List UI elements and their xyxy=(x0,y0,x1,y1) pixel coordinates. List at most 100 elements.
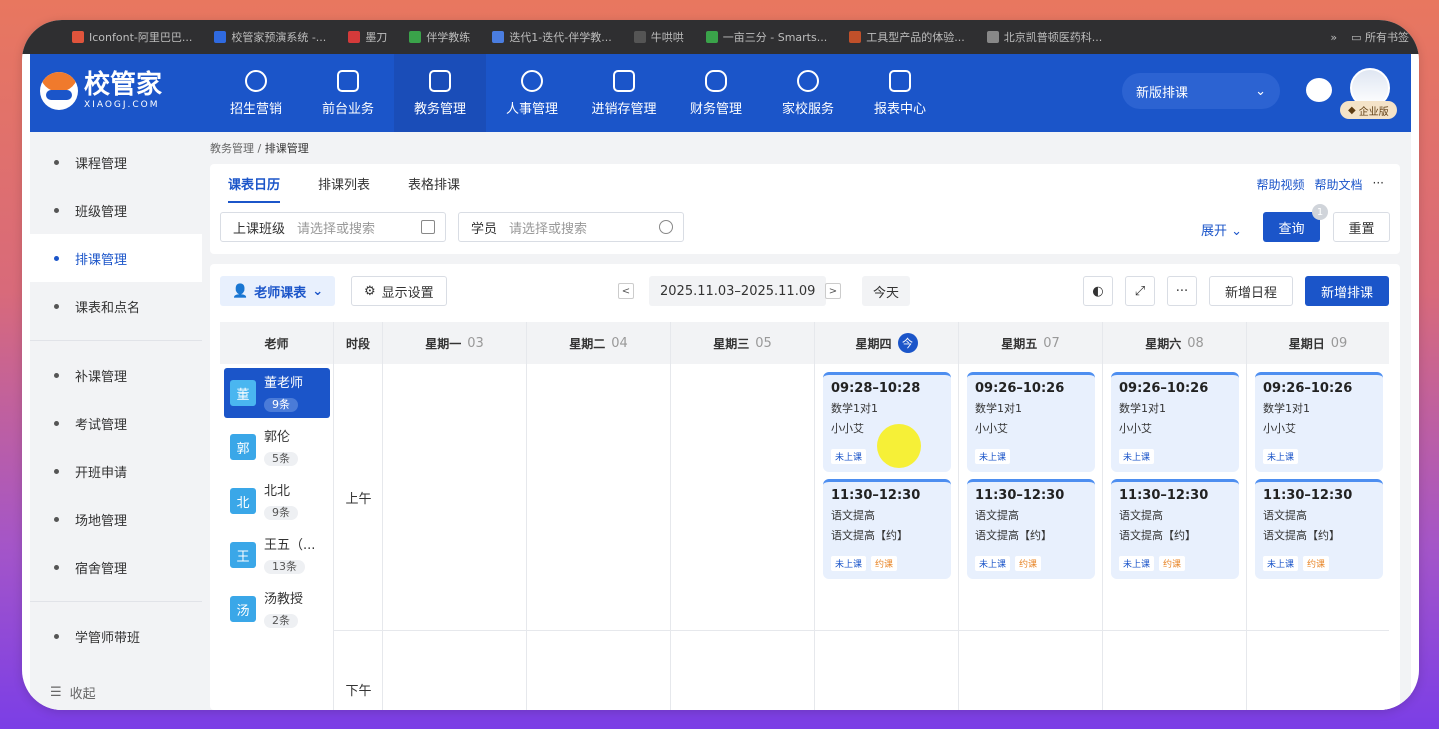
nav-label: 财务管理 xyxy=(689,101,742,117)
bookmark-item[interactable]: 校管家预演系统 -... xyxy=(214,29,326,45)
help-doc-link[interactable]: 帮助文档 xyxy=(1315,176,1363,193)
day-number: 08 xyxy=(1187,335,1204,351)
date-range[interactable]: 2025.11.03–2025.11.09 xyxy=(649,276,827,306)
sidebar-item-scheduling[interactable]: 排课管理 xyxy=(30,234,202,282)
sidebar-item-makeup[interactable]: 补课管理 xyxy=(30,351,202,399)
teacher-item[interactable]: 北 北北 9条 xyxy=(224,476,330,526)
day-header: 星期五 07 xyxy=(959,322,1103,364)
sidebar-item-classes[interactable]: 班级管理 xyxy=(30,186,202,234)
main-content: 教务管理 / 排课管理 课表日历 排课列表 表格排课 帮助视频 帮助文档 ···… xyxy=(202,132,1411,710)
lesson-student: 语文提高【约】 xyxy=(1263,529,1340,542)
lesson-student: 小小艾 xyxy=(1119,422,1152,435)
help-video-link[interactable]: 帮助视频 xyxy=(1257,176,1305,193)
query-button[interactable]: 查询 xyxy=(1263,212,1320,242)
class-filter-label: 上课班级 xyxy=(233,221,286,237)
more-icon[interactable]: ··· xyxy=(1373,176,1384,193)
bookmark-item[interactable]: 墨刀 xyxy=(348,29,387,45)
sidebar-item-dorms[interactable]: 宿舍管理 xyxy=(30,543,202,591)
nav-item-finance[interactable]: 财务管理 xyxy=(670,54,762,132)
nav-label: 前台业务 xyxy=(321,101,374,117)
breadcrumb-parent[interactable]: 教务管理 xyxy=(210,142,254,155)
teacher-count: 13条 xyxy=(264,559,305,574)
teacher-name: 郭伦 xyxy=(264,429,291,445)
sidebar-item-venues[interactable]: 场地管理 xyxy=(30,495,202,543)
bookmark-item[interactable]: 牛哄哄 xyxy=(633,29,684,45)
sidebar-item-tutor-class[interactable]: 学管师带班 xyxy=(30,612,202,660)
grid-header: 老师 时段 星期一 03 星期二 04 星期三 05 星期四今 星期五 07 星期六 08… xyxy=(220,322,1389,364)
lesson-card[interactable]: 09:26–10:26 数学1对1 小小艾 未上课 xyxy=(967,372,1095,472)
chat-icon[interactable] xyxy=(1306,78,1332,102)
sidebar-item-courses[interactable]: 课程管理 xyxy=(30,138,202,186)
view-mode-select[interactable]: 👤 老师课表 ⌄ xyxy=(220,276,336,306)
nav-item-academic[interactable]: 教务管理 xyxy=(394,54,486,132)
tab-calendar[interactable]: 课表日历 xyxy=(228,174,281,203)
query-count-badge: 1 xyxy=(1312,204,1328,220)
new-course-button[interactable]: 新增排课 xyxy=(1305,276,1389,306)
teacher-item[interactable]: 汤 汤教授 2条 xyxy=(224,584,330,634)
display-settings-button[interactable]: ⚙ 显示设置 xyxy=(351,276,447,306)
nav-item-inventory[interactable]: 进销存管理 xyxy=(578,54,670,132)
nav-item-front-desk[interactable]: 前台业务 xyxy=(302,54,394,132)
bookmark-item[interactable]: 北京凯普顿医药科... xyxy=(986,29,1102,45)
version-select[interactable]: 新版排课 ⌄ xyxy=(1122,73,1280,109)
breadcrumb: 教务管理 / 排课管理 xyxy=(210,140,309,156)
status-badge: 未上课 xyxy=(1119,449,1155,464)
lesson-card[interactable]: 11:30–12:30 语文提高 语文提高【约】 未上课 约课 xyxy=(967,479,1095,579)
class-select-icon[interactable] xyxy=(421,220,435,234)
reset-button[interactable]: 重置 xyxy=(1333,212,1390,242)
nav-item-enrollment[interactable]: 招生营销 xyxy=(210,54,302,132)
teacher-item[interactable]: 郭 郭伦 5条 xyxy=(224,422,330,472)
lesson-card[interactable]: 09:26–10:26 数学1对1 小小艾 未上课 xyxy=(1255,372,1383,472)
day-column[interactable] xyxy=(671,364,815,710)
nav-item-home-school[interactable]: 家校服务 xyxy=(762,54,854,132)
nav-label: 报表中心 xyxy=(873,101,926,117)
expand-filters-button[interactable]: 展开 ⌄ xyxy=(1201,220,1242,239)
next-week-button[interactable]: > xyxy=(825,283,841,299)
sidebar-item-class-apply[interactable]: 开班申请 xyxy=(30,447,202,495)
all-bookmarks-button[interactable]: ▭ 所有书签 xyxy=(1351,29,1409,45)
prev-week-button[interactable]: < xyxy=(618,283,634,299)
fullscreen-icon[interactable]: ⤢ xyxy=(1125,276,1155,306)
day-header: 星期六 08 xyxy=(1103,322,1247,364)
bookmark-item[interactable]: 工具型产品的体验... xyxy=(849,29,965,45)
sidebar-item-timetable[interactable]: 课表和点名 xyxy=(30,282,202,330)
period-afternoon: 下午 xyxy=(345,684,372,699)
lesson-card[interactable]: 11:30–12:30 语文提高 语文提高【约】 未上课 约课 xyxy=(1255,479,1383,579)
day-number: 05 xyxy=(755,335,772,351)
lesson-card[interactable]: 11:30–12:30 语文提高 语文提高【约】 未上课 约课 xyxy=(823,479,951,579)
teacher-item[interactable]: 董 董老师 9条 xyxy=(224,368,330,418)
bookmark-item[interactable]: 一亩三分 - Smarts... xyxy=(705,29,827,45)
cursor-highlight xyxy=(877,424,921,468)
bookmarks-overflow-button[interactable]: » xyxy=(1330,31,1337,44)
day-column[interactable] xyxy=(527,364,671,710)
bookmark-item[interactable]: 迭代1-迭代-伴学教... xyxy=(492,29,612,45)
period-morning: 上午 xyxy=(345,492,372,507)
teacher-count: 9条 xyxy=(264,505,298,520)
lesson-card[interactable]: 09:26–10:26 数学1对1 小小艾 未上课 xyxy=(1111,372,1239,472)
add-user-icon[interactable] xyxy=(659,220,673,234)
more-button[interactable]: ··· xyxy=(1167,276,1197,306)
bookmark-item[interactable]: 伴学教练 xyxy=(409,29,470,45)
lesson-card[interactable]: 11:30–12:30 语文提高 语文提高【约】 未上课 约课 xyxy=(1111,479,1239,579)
palette-icon[interactable]: ◐ xyxy=(1083,276,1113,306)
collapse-button[interactable]: ☰ 收起 xyxy=(50,683,96,702)
logo[interactable]: 校管家 XIAOGJ.COM xyxy=(40,72,162,110)
sidebar-item-exams[interactable]: 考试管理 xyxy=(30,399,202,447)
bookmark-item[interactable]: Iconfont-阿里巴巴... xyxy=(72,29,192,45)
enterprise-badge: ◆ 企业版 xyxy=(1340,101,1397,119)
new-schedule-button[interactable]: 新增日程 xyxy=(1209,276,1293,306)
chevron-down-icon: ⌄ xyxy=(1231,224,1242,239)
lesson-course: 语文提高 xyxy=(1119,509,1163,522)
day-column[interactable] xyxy=(383,364,527,710)
menu-fold-icon: ☰ xyxy=(50,685,62,700)
tab-table[interactable]: 表格排课 xyxy=(408,174,460,193)
bullet-icon xyxy=(54,255,59,261)
class-filter[interactable]: 上课班级 请选择或搜索 xyxy=(220,212,446,242)
tab-list[interactable]: 排课列表 xyxy=(318,174,370,193)
nav-item-hr[interactable]: 人事管理 xyxy=(486,54,578,132)
student-filter[interactable]: 学员 请选择或搜索 xyxy=(458,212,684,242)
bookmark-label: 伴学教练 xyxy=(426,31,471,44)
teacher-item[interactable]: 王 王五（... 13条 xyxy=(224,530,330,580)
nav-item-reports[interactable]: 报表中心 xyxy=(854,54,946,132)
today-button[interactable]: 今天 xyxy=(862,276,910,306)
